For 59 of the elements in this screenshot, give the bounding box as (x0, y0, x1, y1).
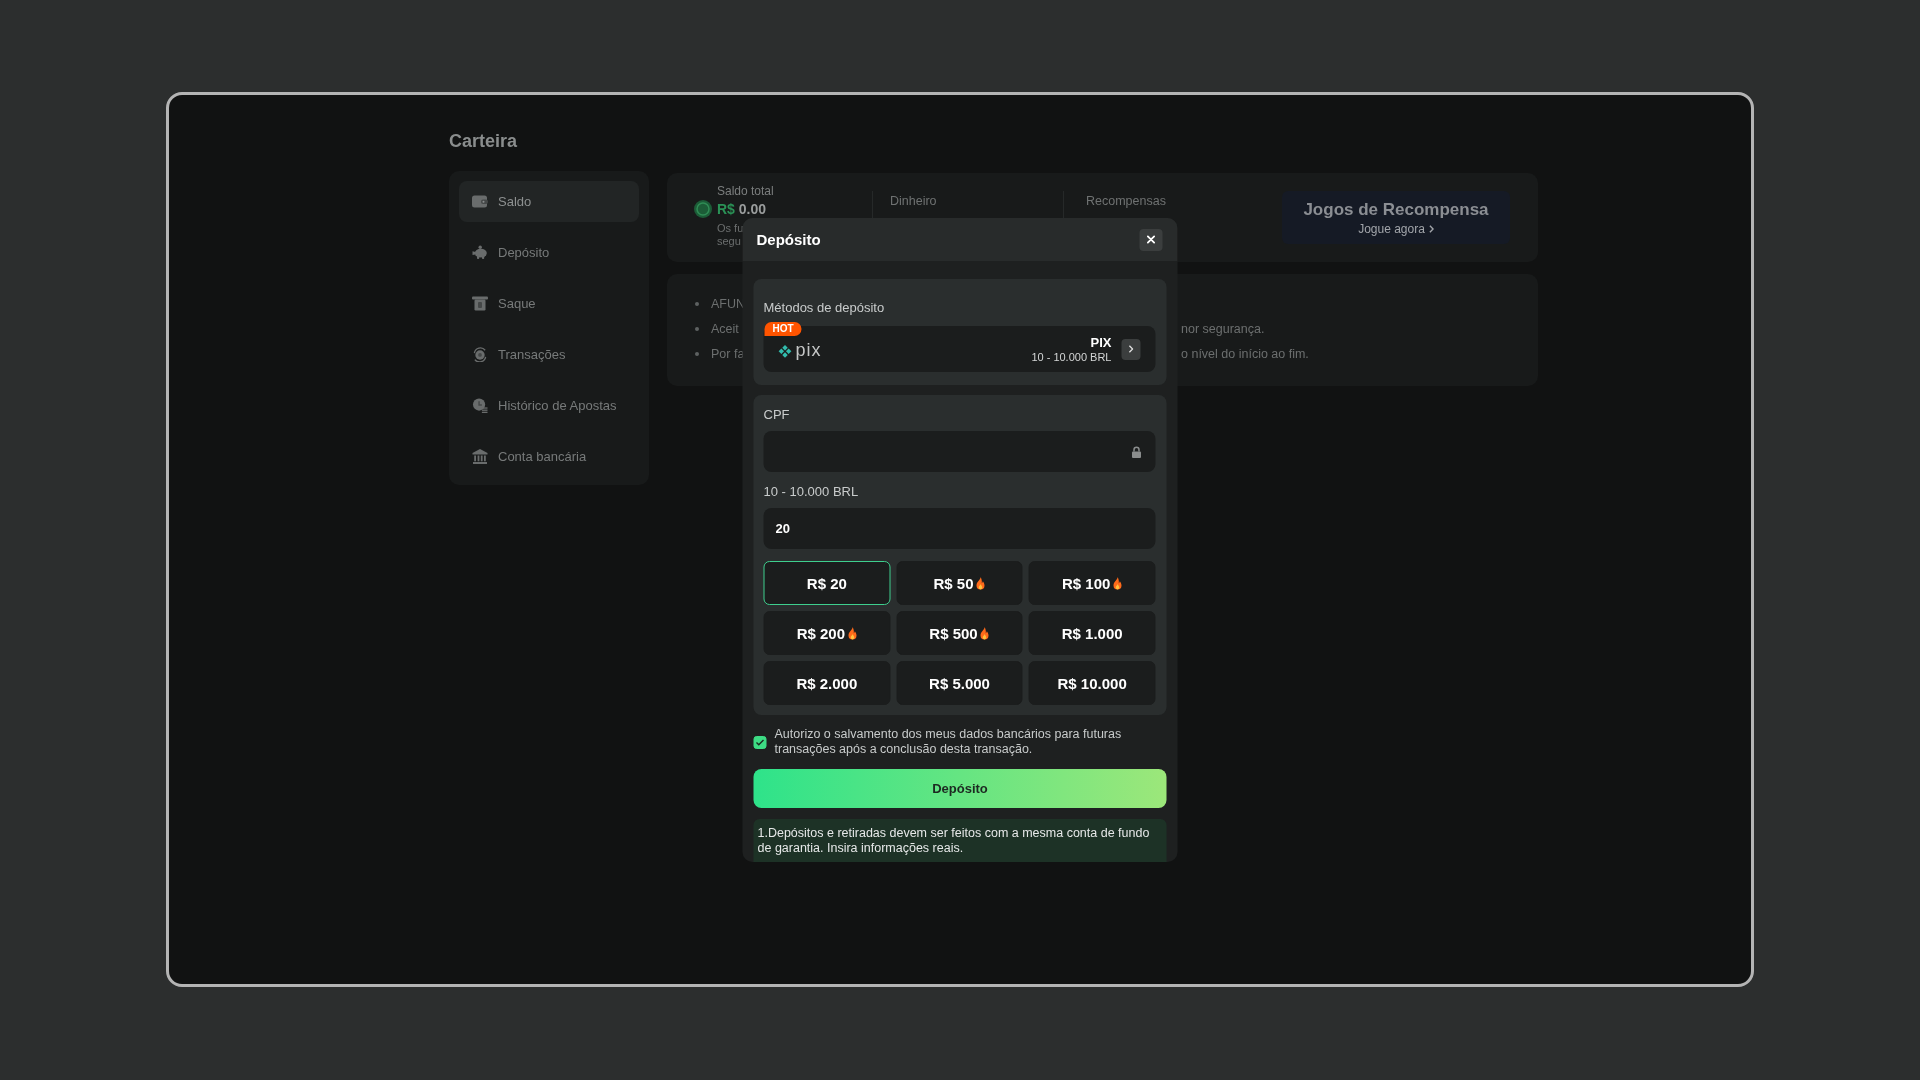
deposit-button[interactable]: Depósito (753, 769, 1167, 808)
sidebar-item[interactable]: Histórico de Apostas (459, 385, 639, 426)
dialog-title: Depósito (756, 231, 821, 248)
balance-amount: R$ 0.00 (717, 201, 767, 217)
consent-checkbox[interactable] (753, 735, 767, 749)
rewards-games-button[interactable]: Jogos de Recompensa Jogue agora (1282, 191, 1510, 244)
coin-icon (694, 200, 712, 218)
bullet-icon (695, 301, 699, 306)
notice-text: Aceit (711, 321, 739, 336)
page-title: Carteira (449, 130, 518, 153)
amount-field[interactable]: 20 (763, 508, 1156, 549)
diamond-icon (777, 343, 793, 359)
cpf-field[interactable] (763, 431, 1156, 472)
amount-preset-button[interactable]: R$ 500 (896, 611, 1023, 655)
balance-note: segu (717, 235, 741, 248)
sidebar-item[interactable]: Conta bancária (459, 436, 639, 477)
sidebar-item[interactable]: Saldo (459, 181, 639, 222)
notice-text: nor segurança. (1181, 321, 1265, 336)
method-range: 10 - 10.000 BRL (1031, 349, 1112, 364)
amount-preset-button[interactable]: R$ 1.000 (1028, 611, 1156, 655)
amount-preset-button[interactable]: R$ 200 (763, 611, 891, 655)
wallet-icon (472, 194, 488, 209)
check-icon (755, 738, 765, 746)
logo-text: pix (795, 339, 822, 361)
chevron-button[interactable] (1121, 338, 1141, 360)
sidebar-item[interactable]: Transações (459, 334, 639, 375)
bank-icon (472, 449, 488, 464)
amount-preset-button[interactable]: R$ 50 (896, 561, 1023, 605)
sidebar-item[interactable]: Saque (459, 283, 639, 324)
notice-text: o nível do início ao fim. (1181, 346, 1309, 361)
lock-icon (1131, 445, 1142, 458)
chevron-right-icon (1128, 345, 1134, 353)
method-name: PIX (1090, 334, 1112, 350)
piggy-bank-icon (472, 245, 488, 260)
section-label: Métodos de depósito (763, 300, 885, 316)
amount-preset-button[interactable]: R$ 2.000 (763, 661, 891, 705)
bullet-icon (695, 351, 699, 356)
amount-preset-button[interactable]: R$ 100 (1028, 561, 1156, 605)
balance-column-label: Dinheiro (890, 194, 937, 208)
bullet-icon (695, 326, 699, 331)
field-label: 10 - 10.000 BRL (763, 484, 859, 500)
hot-badge: HOT (764, 322, 802, 336)
close-button[interactable] (1139, 228, 1163, 251)
amount-preset-button[interactable]: R$ 20 (763, 561, 891, 605)
consent-text: Autorizo o salvamento dos meus dados bancários para futuras transações após a conclusão desta transação. (774, 727, 1123, 757)
sidebar-item[interactable]: Depósito (459, 232, 639, 273)
close-icon (1146, 235, 1156, 244)
balance-note: Os fu (717, 222, 744, 235)
notice-text: Por fa (711, 346, 745, 361)
clock-icon (472, 398, 488, 413)
field-label: CPF (763, 407, 790, 423)
amount-preset-button[interactable]: R$ 10.000 (1028, 661, 1156, 705)
cash-slot-icon (472, 296, 488, 311)
notice-message: 1.Depósitos e retiradas devem ser feitos com a mesma conta de fundo de garantia. Insira informações reais. (753, 819, 1167, 862)
chevron-right-icon (1428, 224, 1434, 233)
balance-column-label: Recompensas (1086, 194, 1166, 208)
coin-arrows-icon (472, 347, 488, 362)
amount-preset-button[interactable]: R$ 5.000 (896, 661, 1023, 705)
balance-label: Saldo total (717, 184, 774, 198)
